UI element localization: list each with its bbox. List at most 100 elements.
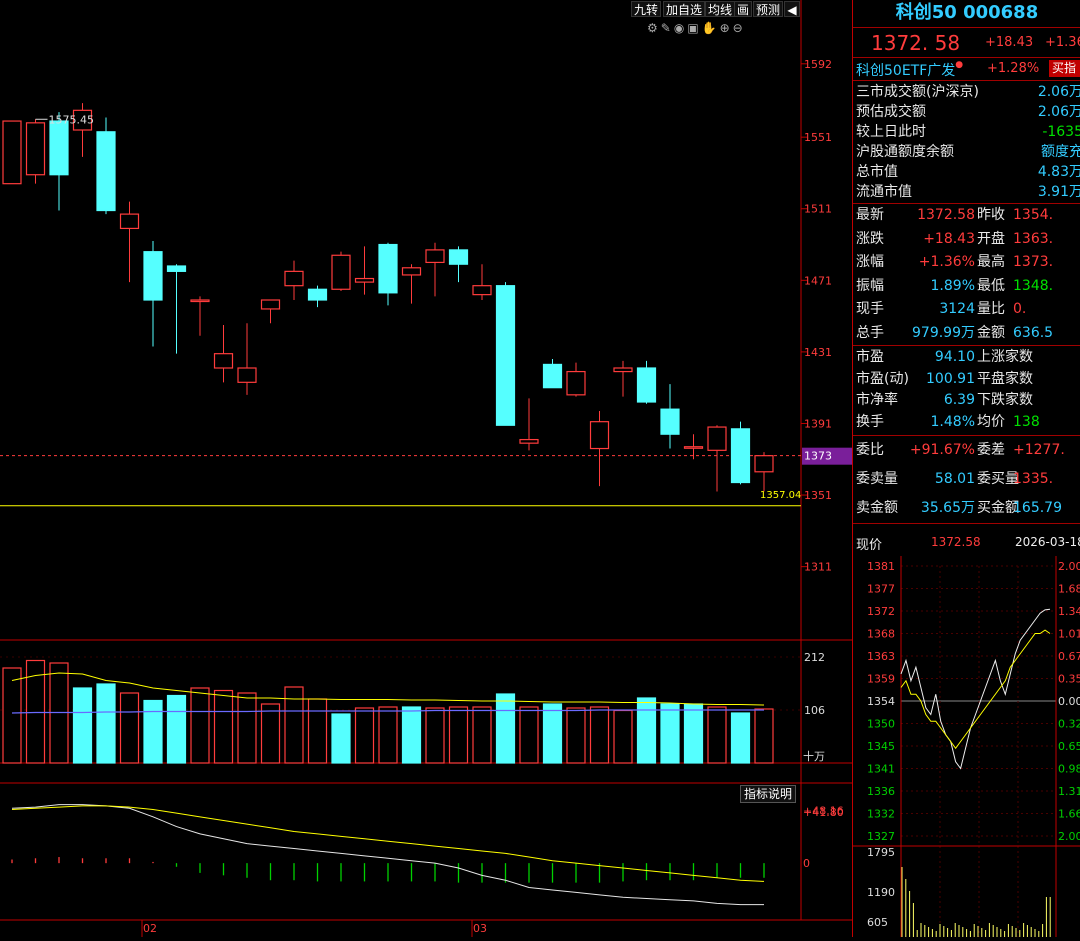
intraday-price-tick: 1332 <box>867 808 895 821</box>
intraday-price-tick: 1354 <box>867 695 895 708</box>
draw-button[interactable]: 画 <box>734 1 753 17</box>
stat-row: 较上日此时 -1635 <box>853 122 1080 142</box>
intraday-pct-tick: 0.98 <box>1058 763 1080 776</box>
candle-body <box>331 254 351 290</box>
price-grid-label: 涨跌 <box>856 230 884 247</box>
y-tick-label: 1511 <box>804 203 832 216</box>
volume-bar <box>542 703 563 764</box>
hand-icon[interactable]: ✋ <box>702 21 720 35</box>
order-book-row: 委卖量 58.01 委买量 1335. <box>853 469 1080 489</box>
intraday-pct-tick: 1.01 <box>1058 628 1080 641</box>
price-grid-label: 昨收 <box>977 207 1005 223</box>
valuation-grid-label: 换手 <box>856 413 884 430</box>
intraday-volume-tick: 605 <box>867 916 888 929</box>
order-book-label: 委卖量 <box>856 471 898 487</box>
volume-bar <box>495 693 516 764</box>
stat-label: 较上日此时 <box>856 124 926 140</box>
y-tick-label: 1431 <box>804 346 832 359</box>
pen-icon[interactable]: ✎ <box>661 21 674 35</box>
stat-label: 三市成交额(沪深京) <box>856 84 979 100</box>
price-grid-value: 0. <box>1013 301 1027 317</box>
price-grid-value: 1354. <box>1013 207 1054 223</box>
moving-average-button[interactable]: 均线 <box>705 1 736 17</box>
price-grid-label: 最低 <box>977 277 1005 294</box>
candle-body <box>213 353 234 369</box>
candle-body <box>425 249 445 264</box>
price-grid-label: 最新 <box>856 207 884 223</box>
price-grid-value: 1372.58 <box>917 207 975 223</box>
eye-icon[interactable]: ◉ <box>674 21 687 35</box>
intraday-pct-tick: 0.32 <box>1058 718 1080 731</box>
price-change-pct: +1.36 <box>1045 35 1080 50</box>
price-grid-value: 1373. <box>1013 254 1054 270</box>
stat-label: 沪股通额度余额 <box>856 144 954 160</box>
chart-canvas[interactable]: 1592 1551 1511 1471 1431 1391 1351 1311 1373 1357… <box>0 0 852 937</box>
price-grid-value: 1363. <box>1013 230 1054 247</box>
intraday-price-tick: 1341 <box>867 763 895 776</box>
valuation-grid-label: 上涨家数 <box>977 349 1033 365</box>
macd-tick-label: 0 <box>803 857 810 870</box>
price-grid-label: 量比 <box>977 301 1005 317</box>
candle-body <box>495 285 516 426</box>
intraday-price-tick: 1363 <box>867 650 895 663</box>
intraday-pct-tick: 1.68 <box>1058 583 1080 596</box>
candle-body <box>2 120 22 185</box>
macd-dif-line <box>11 804 764 906</box>
valuation-grid-row: 市净率 6.39 下跌家数 <box>853 390 1080 410</box>
stat-label: 流通市值 <box>856 184 912 200</box>
stat-value: 额度充 <box>1041 144 1080 160</box>
candle-body <box>707 426 727 451</box>
intraday-volume-tick: 1795 <box>867 846 895 859</box>
price-grid-value: 1348. <box>1013 277 1054 294</box>
stat-row: 总市值 4.83万 <box>853 162 1080 182</box>
kline-chart-area[interactable]: 1592 1551 1511 1471 1431 1391 1351 1311 1373 1357… <box>0 0 852 937</box>
price-grid-label: 现手 <box>856 301 884 317</box>
macd-tick-label: +41.80 <box>803 806 844 819</box>
stat-value: -1635 <box>1042 124 1080 140</box>
stat-row: 预估成交额 2.06万 <box>853 102 1080 122</box>
speaker-icon[interactable]: ◀ <box>784 1 800 17</box>
etf-link[interactable]: 科创50ETF广发● <box>856 60 963 80</box>
candle-body <box>307 288 328 301</box>
zoom-out-icon[interactable]: ⊖ <box>733 21 746 35</box>
candle-body <box>636 367 657 403</box>
indicator-help-button[interactable]: 指标说明 <box>740 785 797 803</box>
intraday-chart[interactable]: 1381 2.00 1377 1.68 1372 1.34 1368 1.01 1363 0.67… <box>853 556 1080 937</box>
candle-body <box>472 285 492 296</box>
add-watchlist-button[interactable]: 加自选 <box>663 1 706 17</box>
intraday-pct-tick: 0.67 <box>1058 650 1080 663</box>
candle-body <box>589 421 610 450</box>
order-book-value: 165.79 <box>1013 500 1062 516</box>
volume-bar <box>425 707 445 764</box>
settings-icon[interactable]: ⚙ <box>647 21 661 35</box>
valuation-grid-label: 均价 <box>977 413 1005 430</box>
intraday-volume-tick: 1190 <box>867 886 895 899</box>
volume-tick-label: 212 <box>804 651 825 664</box>
zoom-in-icon[interactable]: ⊕ <box>720 21 733 35</box>
candle-body <box>354 277 375 283</box>
price-grid-value: +18.43 <box>923 230 975 247</box>
valuation-grid-row: 市盈(动) 100.91 平盘家数 <box>853 369 1080 389</box>
buy-index-button[interactable]: 买指 <box>1049 60 1080 77</box>
candle-body <box>166 265 187 272</box>
intraday-average-line <box>900 629 1051 750</box>
last-price: 1372. 58 <box>871 31 961 55</box>
y-tick-label: 1551 <box>804 131 832 144</box>
price-grid-row: 涨幅 +1.36% 最高 1373. <box>853 252 1080 272</box>
volume-bar <box>660 703 680 764</box>
volume-bar <box>119 692 140 764</box>
valuation-grid-value: 1.48% <box>930 413 975 430</box>
nine-turn-button[interactable]: 九转 <box>631 1 662 17</box>
y-tick-label: 1471 <box>804 274 832 287</box>
price-grid-value: 3124 <box>939 301 975 317</box>
order-book-label: 委差 <box>977 442 1005 458</box>
candle-body <box>448 249 469 265</box>
price-grid-value: +1.36% <box>918 254 975 270</box>
forecast-button[interactable]: 预测 <box>753 1 784 17</box>
candle-body <box>25 122 46 176</box>
valuation-grid-label: 平盘家数 <box>977 370 1033 387</box>
trash-icon[interactable]: ▣ <box>687 21 701 35</box>
price-grid-label: 金额 <box>977 324 1005 341</box>
y-tick-label: 1311 <box>804 561 832 574</box>
valuation-grid-value: 100.91 <box>926 370 975 387</box>
